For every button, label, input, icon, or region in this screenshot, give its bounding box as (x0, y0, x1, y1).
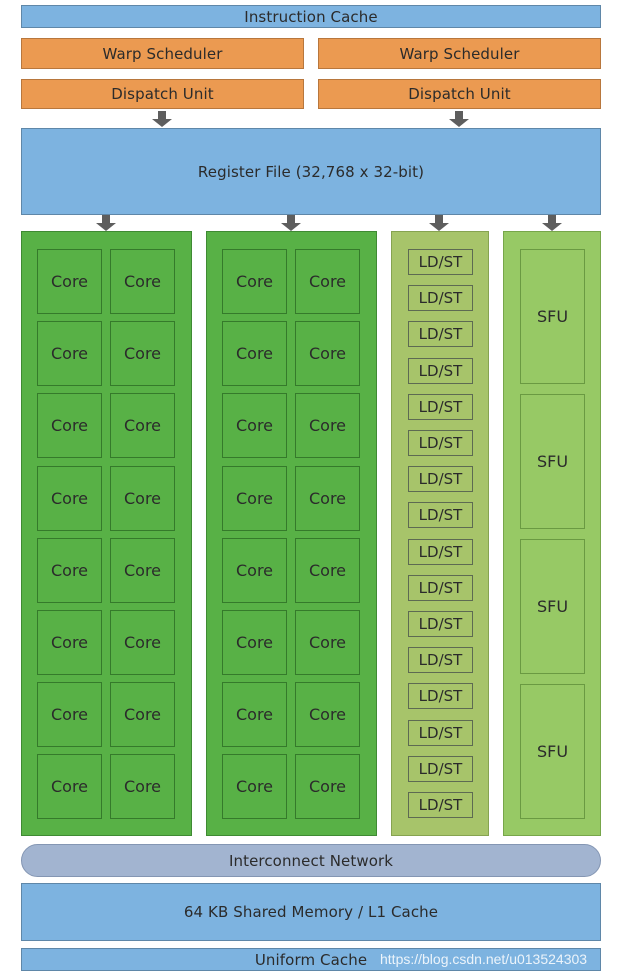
sfu-unit: SFU (520, 684, 585, 819)
arrow-down-icon (281, 215, 301, 231)
sfu-unit: SFU (520, 539, 585, 674)
core-unit: Core (295, 321, 360, 387)
core-unit: Core (222, 682, 287, 748)
watermark: https://blog.csdn.net/u013524303 (380, 951, 588, 967)
warp-scheduler-label: Warp Scheduler (102, 44, 223, 63)
core-unit: Core (295, 537, 360, 603)
core-unit: Core (222, 393, 287, 459)
core-unit: Core (295, 610, 360, 675)
interconnect-network-label: Interconnect Network (228, 851, 394, 870)
core-unit: Core (110, 682, 175, 748)
sfu-block: SFU SFU SFU SFU (503, 231, 601, 836)
ldst-unit: LD/ST (408, 285, 473, 312)
ldst-unit: LD/ST (408, 466, 473, 493)
ldst-unit: LD/ST (408, 357, 473, 384)
ldst-unit: LD/ST (408, 792, 473, 818)
dispatch-unit-label: Dispatch Unit (111, 85, 214, 103)
core-unit: Core (295, 249, 360, 314)
arrow-down-icon (96, 215, 116, 231)
instruction-cache: Instruction Cache (21, 5, 601, 28)
dispatch-unit-label: Dispatch Unit (408, 85, 511, 103)
core-unit: Core (37, 465, 102, 531)
core-unit: Core (222, 610, 287, 675)
register-file: Register File (32,768 x 32-bit) (21, 128, 601, 215)
core-unit: Core (222, 321, 287, 387)
core-unit: Core (37, 393, 102, 459)
warp-scheduler-left: Warp Scheduler (21, 38, 304, 69)
uniform-cache-label: Uniform Cache (254, 950, 368, 969)
arrow-down-icon (449, 111, 469, 127)
core-unit: Core (37, 321, 102, 387)
core-unit: Core (295, 465, 360, 531)
dispatch-unit-right: Dispatch Unit (318, 79, 601, 109)
sfu-unit: SFU (520, 249, 585, 384)
core-unit: Core (110, 393, 175, 459)
core-unit: Core (37, 610, 102, 675)
core-unit: Core (110, 754, 175, 820)
core-block-1: Core Core Core Core Core Core Core Core Core Core… (21, 231, 192, 836)
core-unit: Core (222, 249, 287, 314)
core-unit: Core (37, 249, 102, 314)
ldst-unit: LD/ST (408, 611, 473, 637)
core-unit: Core (110, 610, 175, 675)
core-unit: Core (295, 393, 360, 459)
core-unit: Core (222, 754, 287, 820)
ldst-unit: LD/ST (408, 755, 473, 782)
register-file-label: Register File (32,768 x 32-bit) (197, 162, 425, 181)
core-unit: Core (110, 465, 175, 531)
arrow-down-icon (429, 215, 449, 231)
core-unit: Core (110, 249, 175, 314)
instruction-cache-label: Instruction Cache (244, 7, 378, 26)
sfu-unit: SFU (520, 394, 585, 529)
ldst-unit: LD/ST (408, 430, 473, 456)
core-unit: Core (37, 537, 102, 603)
ldst-unit: LD/ST (408, 393, 473, 420)
core-unit: Core (295, 754, 360, 820)
arrow-down-icon (542, 215, 562, 231)
ldst-unit: LD/ST (408, 321, 473, 348)
ldst-unit: LD/ST (408, 502, 473, 529)
ldst-unit: LD/ST (408, 683, 473, 710)
dispatch-unit-left: Dispatch Unit (21, 79, 304, 109)
ldst-block: LD/ST LD/ST LD/ST LD/ST LD/ST LD/ST LD/ST LD/ST… (391, 231, 489, 836)
arrow-down-icon (152, 111, 172, 127)
warp-scheduler-right: Warp Scheduler (318, 38, 601, 69)
core-unit: Core (222, 465, 287, 531)
shared-memory-l1-cache: 64 KB Shared Memory / L1 Cache (21, 883, 601, 941)
ldst-unit: LD/ST (408, 647, 473, 674)
core-unit: Core (295, 682, 360, 748)
core-unit: Core (222, 537, 287, 603)
ldst-unit: LD/ST (408, 574, 473, 601)
ldst-unit: LD/ST (408, 538, 473, 565)
core-unit: Core (37, 754, 102, 820)
core-unit: Core (110, 321, 175, 387)
core-unit: Core (110, 537, 175, 603)
interconnect-network: Interconnect Network (21, 844, 601, 877)
ldst-unit: LD/ST (408, 719, 473, 746)
core-unit: Core (37, 682, 102, 748)
warp-scheduler-label: Warp Scheduler (399, 44, 520, 63)
ldst-unit: LD/ST (408, 249, 473, 275)
core-block-2: Core Core Core Core Core Core Core Core Core Core… (206, 231, 377, 836)
shared-memory-label: 64 KB Shared Memory / L1 Cache (183, 903, 439, 921)
